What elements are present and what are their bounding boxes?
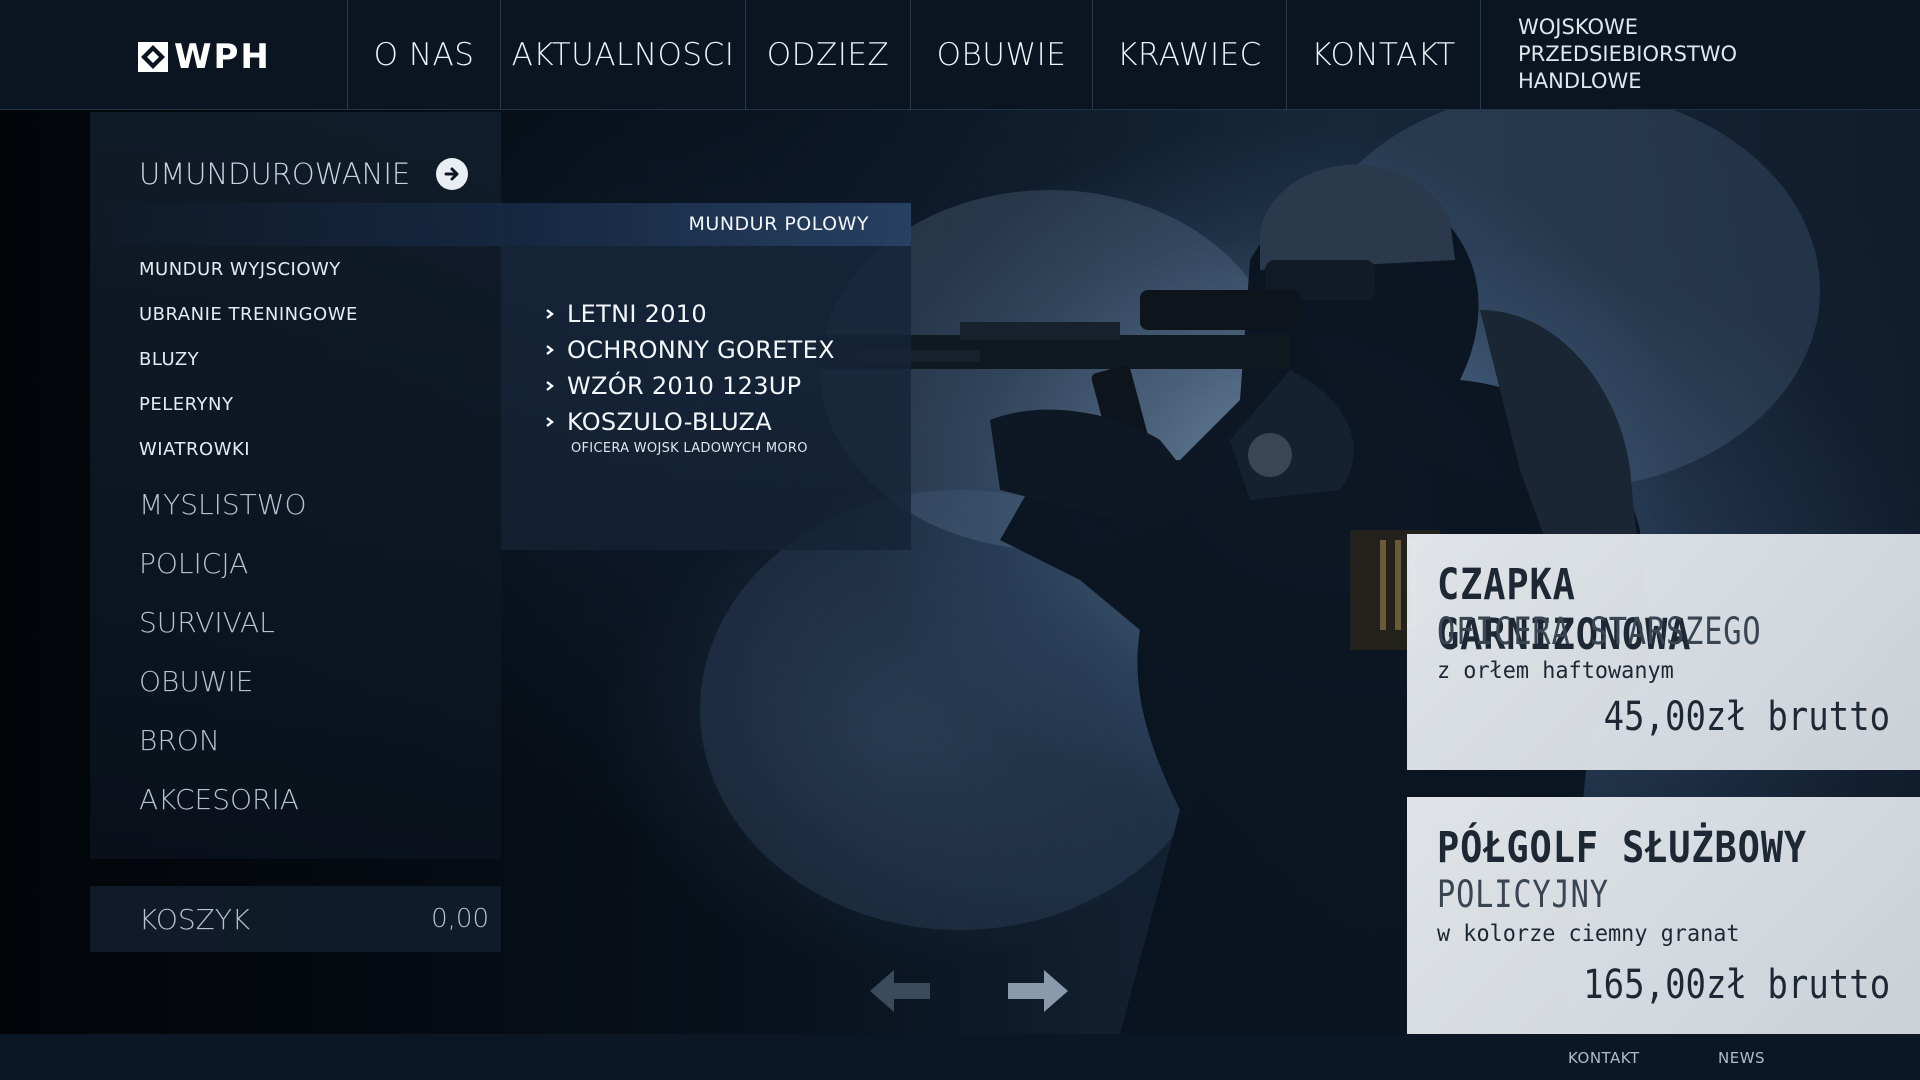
flyout-item-wzor-2010[interactable]: WZÓR 2010 123UP (545, 372, 801, 400)
product-card[interactable]: CZAPKA GARNIZONOWA OFICERA STARSZEGO z o… (1407, 534, 1920, 770)
subcategory-mundur-polowy[interactable]: MUNDUR POLOWY (90, 203, 911, 246)
chevron-right-icon (546, 417, 554, 427)
product-price: 45,00zł brutto (1603, 694, 1890, 740)
nav-obuwie[interactable]: OBUWIE (910, 0, 1092, 110)
main-nav: O NAS AKTUALNOSCI ODZIEZ OBUWIE KRAWIEC … (347, 0, 1481, 110)
subcategory-ubranie-treningowe[interactable]: UBRANIE TRENINGOWE (139, 304, 358, 325)
tagline-line: PRZEDSIEBIORSTWO (1518, 42, 1738, 66)
category-obuwie[interactable]: OBUWIE (139, 665, 254, 698)
flyout-item-ochronny-goretex[interactable]: OCHRONNY GORETEX (545, 336, 835, 364)
flyout-item-label: WZÓR 2010 123UP (567, 372, 802, 400)
cart-button[interactable]: KOSZYK 0,00 (90, 886, 501, 952)
category-bron[interactable]: BRON (139, 724, 220, 757)
subcategory-bluzy[interactable]: BLUZY (139, 349, 199, 370)
category-label: UMUNDUROWANIE (139, 157, 411, 191)
product-description: z orłem haftowanym (1437, 658, 1674, 684)
tagline-line: HANDLOWE (1518, 69, 1642, 93)
chevron-right-icon (546, 309, 554, 319)
subcategory-mundur-wyjsciowy[interactable]: MUNDUR WYJSCIOWY (139, 259, 341, 280)
tagline-line: WOJSKOWE (1518, 15, 1639, 39)
product-title: PÓŁGOLF SŁUŻBOWY (1437, 823, 1807, 873)
site-header: WPH O NAS AKTUALNOSCI ODZIEZ OBUWIE KRAW… (0, 0, 1920, 110)
logo-text: WPH (174, 37, 271, 77)
footer-link-kontakt[interactable]: KONTAKT (1568, 1049, 1640, 1067)
product-card[interactable]: PÓŁGOLF SŁUŻBOWY POLICYJNY w kolorze cie… (1407, 797, 1920, 1034)
logo-mark-icon (138, 42, 168, 72)
chevron-right-icon (546, 345, 554, 355)
nav-aktualnosci[interactable]: AKTUALNOSCI (500, 0, 745, 110)
category-survival[interactable]: SURVIVAL (139, 606, 275, 639)
subcategory-wiatrowki[interactable]: WIATROWKI (139, 439, 250, 460)
nav-kontakt[interactable]: KONTAKT (1286, 0, 1481, 110)
company-tagline: WOJSKOWE PRZEDSIEBIORSTWO HANDLOWE (1518, 14, 1737, 95)
flyout-item-letni-2010[interactable]: LETNI 2010 (545, 300, 707, 328)
product-subtitle: OFICERA STARSZEGO (1437, 610, 1762, 653)
footer-link-news[interactable]: NEWS (1718, 1049, 1765, 1067)
site-logo[interactable]: WPH (138, 37, 271, 77)
cart-label: KOSZYK (139, 902, 251, 936)
arrow-left-icon[interactable] (868, 966, 932, 1016)
flyout-item-label: OCHRONNY GORETEX (567, 336, 835, 364)
product-description: w kolorze ciemny granat (1437, 921, 1740, 947)
arrow-right-circle-icon (436, 158, 469, 190)
nav-krawiec[interactable]: KRAWIEC (1092, 0, 1286, 110)
flyout-item-koszulo-bluza[interactable]: KOSZULO-BLUZA (545, 408, 772, 436)
subcategory-peleryny[interactable]: PELERYNY (139, 394, 233, 415)
flyout-item-label: LETNI 2010 (567, 300, 707, 328)
category-myslistwo[interactable]: MYSLISTWO (139, 488, 307, 521)
site-footer: KONTAKT NEWS (0, 1034, 1920, 1080)
nav-odziez[interactable]: ODZIEZ (745, 0, 910, 110)
category-policja[interactable]: POLICJA (139, 547, 248, 580)
chevron-right-icon (546, 381, 554, 391)
product-subtitle: POLICYJNY (1437, 873, 1609, 916)
arrow-right-icon[interactable] (1006, 966, 1070, 1016)
flyout-item-sublabel: OFICERA WOJSK LADOWYCH MORO (571, 441, 808, 456)
product-price: 165,00zł brutto (1582, 962, 1890, 1008)
category-akcesoria[interactable]: AKCESORIA (139, 783, 299, 816)
cart-value: 0,00 (431, 904, 489, 934)
flyout-item-label: KOSZULO-BLUZA (567, 408, 772, 436)
nav-o-nas[interactable]: O NAS (347, 0, 500, 110)
subcategory-label: MUNDUR POLOWY (688, 213, 869, 235)
category-umundurowanie[interactable]: UMUNDUROWANIE (139, 157, 469, 191)
